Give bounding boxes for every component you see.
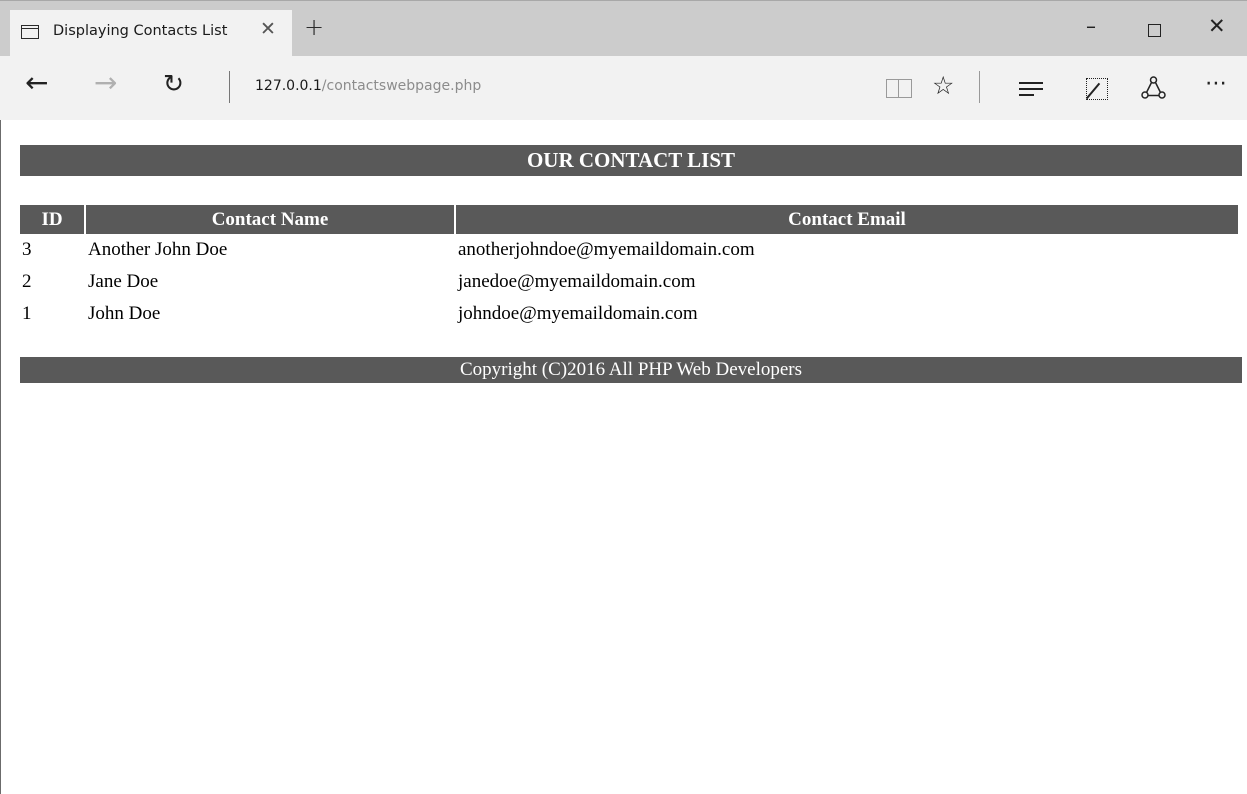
- forward-arrow-icon[interactable]: →: [94, 66, 117, 99]
- address-bar[interactable]: 127.0.0.1/contactswebpage.php: [255, 78, 481, 94]
- cell-name: Jane Doe: [88, 271, 159, 292]
- reading-view-icon[interactable]: [886, 79, 912, 98]
- table-row: 1 John Doe johndoe@myemaildomain.com: [20, 298, 1238, 330]
- table-header-row: ID Contact Name Contact Email: [20, 205, 1238, 234]
- title-bar: Displaying Contacts List ✕ + – ✕: [0, 0, 1247, 57]
- web-note-icon[interactable]: [1086, 78, 1108, 100]
- address-divider: [229, 71, 230, 103]
- cell-email: anotherjohndoe@myemaildomain.com: [458, 239, 755, 260]
- maximize-icon[interactable]: [1148, 24, 1161, 37]
- back-arrow-icon[interactable]: ←: [25, 66, 48, 99]
- more-icon[interactable]: ⋯: [1205, 71, 1228, 96]
- cell-id: 3: [22, 239, 32, 260]
- close-icon[interactable]: ✕: [1208, 15, 1226, 37]
- page-icon: [21, 25, 39, 39]
- share-icon[interactable]: [1141, 76, 1166, 101]
- page-content: OUR CONTACT LIST ID Contact Name Contact…: [0, 120, 1247, 794]
- cell-email: janedoe@myemaildomain.com: [458, 271, 696, 292]
- cell-id: 2: [22, 271, 32, 292]
- hub-icon[interactable]: [1019, 82, 1043, 96]
- cell-id: 1: [22, 303, 32, 324]
- column-header-email: Contact Email: [456, 205, 1238, 234]
- cell-email: johndoe@myemaildomain.com: [458, 303, 698, 324]
- table-row: 2 Jane Doe janedoe@myemaildomain.com: [20, 266, 1238, 298]
- tab-close-icon[interactable]: ✕: [260, 18, 276, 40]
- column-header-id: ID: [20, 205, 84, 234]
- address-path: /contactswebpage.php: [321, 78, 482, 94]
- navigation-bar: ← → ↻ 127.0.0.1/contactswebpage.php ☆ ⋯: [0, 56, 1247, 120]
- page-footer: Copyright (C)2016 All PHP Web Developers: [20, 357, 1242, 383]
- refresh-icon[interactable]: ↻: [163, 69, 184, 98]
- new-tab-button[interactable]: +: [304, 15, 324, 39]
- tab-title: Displaying Contacts List: [53, 23, 228, 39]
- cell-name: Another John Doe: [88, 239, 228, 260]
- table-row: 3 Another John Doe anotherjohndoe@myemai…: [20, 234, 1238, 266]
- column-header-name: Contact Name: [86, 205, 454, 234]
- favorite-star-icon[interactable]: ☆: [932, 71, 954, 100]
- cell-name: John Doe: [88, 303, 161, 324]
- contacts-table: ID Contact Name Contact Email 3 Another …: [18, 205, 1240, 330]
- browser-tab[interactable]: Displaying Contacts List ✕: [10, 10, 292, 57]
- address-host: 127.0.0.1: [255, 78, 322, 94]
- page-title: OUR CONTACT LIST: [20, 145, 1242, 176]
- toolbar-divider: [979, 71, 980, 103]
- minimize-icon[interactable]: –: [1086, 16, 1096, 36]
